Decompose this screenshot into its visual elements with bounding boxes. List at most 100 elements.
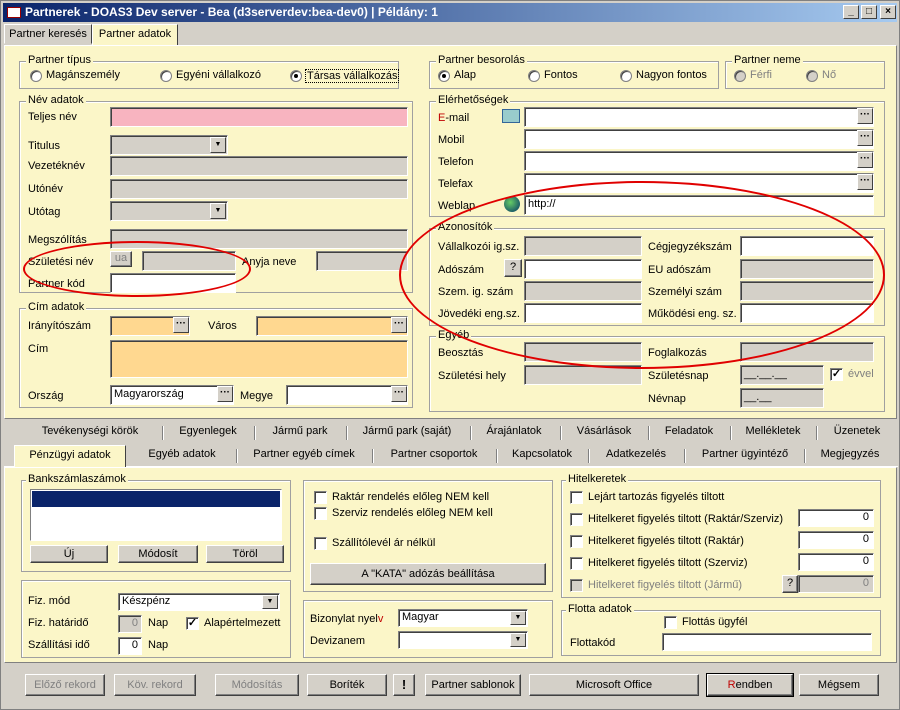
- fiz-hatarido-input[interactable]: 0: [118, 615, 142, 633]
- selected-list-item[interactable]: [32, 491, 280, 507]
- tab-egyenlegek[interactable]: Egyenlegek: [168, 422, 248, 442]
- radio-no[interactable]: [806, 70, 818, 82]
- bizonylat-nyelv-select[interactable]: Magyar ▼: [398, 609, 528, 627]
- fiz-mod-select[interactable]: Készpénz ▼: [118, 593, 280, 611]
- hitelkeret-raktar-szerviz-input[interactable]: 0: [798, 509, 874, 527]
- kov-rekord-button[interactable]: Köv. rekord: [114, 674, 196, 696]
- microsoft-office-button[interactable]: Microsoft Office: [529, 674, 699, 696]
- hitelkeret-help-button[interactable]: ?: [782, 575, 798, 593]
- titulus-select[interactable]: ▼: [110, 135, 228, 155]
- lookup-dots-icon[interactable]: ···: [857, 152, 873, 168]
- nevnap-input[interactable]: __.__: [740, 388, 824, 408]
- lookup-dots-icon[interactable]: ···: [857, 130, 873, 146]
- tab-penzugyi-adatok[interactable]: Pénzügyi adatok: [14, 445, 126, 468]
- elozo-rekord-button[interactable]: Előző rekord: [25, 674, 105, 696]
- hitelkeret-jarmu-checkbox[interactable]: [570, 579, 583, 592]
- hitelkeret-szerviz-checkbox[interactable]: [570, 557, 583, 570]
- chevron-down-icon[interactable]: ▼: [262, 595, 278, 609]
- evvel-checkbox[interactable]: ✓: [830, 368, 843, 381]
- vezeteknev-input[interactable]: [110, 156, 408, 176]
- tab-tevekenysegi-korok[interactable]: Tevékenységi körök: [26, 422, 154, 442]
- hitelkeret-szerviz-input[interactable]: 0: [798, 553, 874, 571]
- orszag-input[interactable]: Magyarország ···: [110, 385, 234, 405]
- radio-alap[interactable]: [438, 70, 450, 82]
- chevron-down-icon[interactable]: ▼: [210, 137, 226, 153]
- devizanem-select[interactable]: ▼: [398, 631, 528, 649]
- maximize-button[interactable]: □: [861, 5, 877, 19]
- nav-row-1: Tevékenységi körök Egyenlegek Jármű park…: [4, 422, 898, 444]
- tab-partner-adatok[interactable]: Partner adatok: [92, 24, 178, 46]
- utonev-input[interactable]: [110, 179, 408, 199]
- anyja-neve-input[interactable]: [316, 251, 408, 271]
- flottas-checkbox[interactable]: [664, 616, 677, 629]
- chevron-down-icon[interactable]: ▼: [510, 633, 526, 647]
- bankszamla-list[interactable]: [30, 489, 282, 541]
- chevron-down-icon[interactable]: ▼: [510, 611, 526, 625]
- flottakod-input[interactable]: [662, 633, 872, 651]
- lookup-dots-icon[interactable]: ···: [217, 386, 233, 402]
- email-input[interactable]: ···: [524, 107, 874, 127]
- rendben-button[interactable]: Rendben: [706, 673, 794, 697]
- lookup-dots-icon[interactable]: ···: [391, 386, 407, 402]
- tab-jarmu-park[interactable]: Jármű park: [260, 422, 340, 442]
- szallitolevel-checkbox[interactable]: [314, 537, 327, 550]
- boritek-button[interactable]: Boríték: [307, 674, 387, 696]
- lookup-dots-icon[interactable]: ···: [857, 108, 873, 124]
- uj-button[interactable]: Új: [30, 545, 108, 563]
- szallitasi-ido-input[interactable]: 0: [118, 637, 142, 655]
- varos-input[interactable]: ···: [256, 316, 408, 336]
- minimize-button[interactable]: _: [843, 5, 859, 19]
- kata-button[interactable]: A "KATA" adózás beállítása: [310, 563, 546, 585]
- nev-adatok-title: Név adatok: [26, 94, 86, 106]
- tab-kapcsolatok[interactable]: Kapcsolatok: [502, 445, 582, 465]
- hitelkeret-raktar-checkbox[interactable]: [570, 535, 583, 548]
- tab-jarmu-park-sajat[interactable]: Jármű park (saját): [352, 422, 462, 442]
- tab-partner-egyeb-cimek[interactable]: Partner egyéb címek: [242, 445, 366, 465]
- tab-partner-csoportok[interactable]: Partner csoportok: [378, 445, 490, 465]
- lookup-dots-icon[interactable]: ···: [173, 317, 189, 333]
- alapertelmezett-checkbox[interactable]: ✓: [186, 617, 199, 630]
- tab-feladatok[interactable]: Feladatok: [654, 422, 724, 442]
- radio-egyeni-vallalkozo[interactable]: [160, 70, 172, 82]
- szuletesnap-input[interactable]: __.__.__: [740, 365, 824, 385]
- tab-adatkezeles[interactable]: Adatkezelés: [594, 445, 678, 465]
- hitelkeret-raktar-input[interactable]: 0: [798, 531, 874, 549]
- label-utonev: Utónév: [28, 183, 63, 195]
- iranyitoszam-input[interactable]: ···: [110, 316, 190, 336]
- hitelkeret-raktar-szerviz-checkbox[interactable]: [570, 513, 583, 526]
- modosit-button[interactable]: Módosít: [118, 545, 198, 563]
- telefon-input[interactable]: ···: [524, 151, 874, 171]
- utotag-select[interactable]: ▼: [110, 201, 228, 221]
- chevron-down-icon[interactable]: ▼: [210, 203, 226, 219]
- radio-fontos[interactable]: [528, 70, 540, 82]
- lookup-dots-icon[interactable]: ···: [857, 174, 873, 190]
- radio-maganszemely[interactable]: [30, 70, 42, 82]
- lookup-dots-icon[interactable]: ···: [391, 317, 407, 333]
- tab-megjegyzes[interactable]: Megjegyzés: [810, 445, 890, 465]
- torol-button[interactable]: Töröl: [206, 545, 284, 563]
- cim-input[interactable]: [110, 340, 408, 378]
- teljes-nev-input[interactable]: [110, 107, 408, 127]
- alert-button[interactable]: !: [393, 674, 415, 696]
- tab-partner-kereses[interactable]: Partner keresés: [4, 24, 92, 44]
- hitelkeret-jarmu-input[interactable]: 0: [798, 575, 874, 593]
- radio-nagyon-fontos[interactable]: [620, 70, 632, 82]
- megsem-button[interactable]: Mégsem: [799, 674, 879, 696]
- tab-partner-ugyintezo[interactable]: Partner ügyintéző: [690, 445, 800, 465]
- megye-input[interactable]: ···: [286, 385, 408, 405]
- lejart-checkbox[interactable]: [570, 491, 583, 504]
- szerviz-eloleg-checkbox[interactable]: [314, 507, 327, 520]
- partner-sablonok-button[interactable]: Partner sablonok: [425, 674, 521, 696]
- tab-arajanlatok[interactable]: Árajánlatok: [476, 422, 552, 442]
- envelope-icon[interactable]: [502, 109, 520, 123]
- close-button[interactable]: ×: [880, 5, 896, 19]
- modositas-button[interactable]: Módosítás: [215, 674, 299, 696]
- radio-ferfi[interactable]: [734, 70, 746, 82]
- tab-uzenetek[interactable]: Üzenetek: [822, 422, 892, 442]
- mobil-input[interactable]: ···: [524, 129, 874, 149]
- radio-tarsas-vallalkozas[interactable]: [290, 70, 302, 82]
- tab-egyeb-adatok[interactable]: Egyéb adatok: [132, 445, 232, 465]
- tab-vasarlasok[interactable]: Vásárlások: [566, 422, 642, 442]
- tab-mellekletek[interactable]: Mellékletek: [736, 422, 810, 442]
- raktar-eloleg-checkbox[interactable]: [314, 491, 327, 504]
